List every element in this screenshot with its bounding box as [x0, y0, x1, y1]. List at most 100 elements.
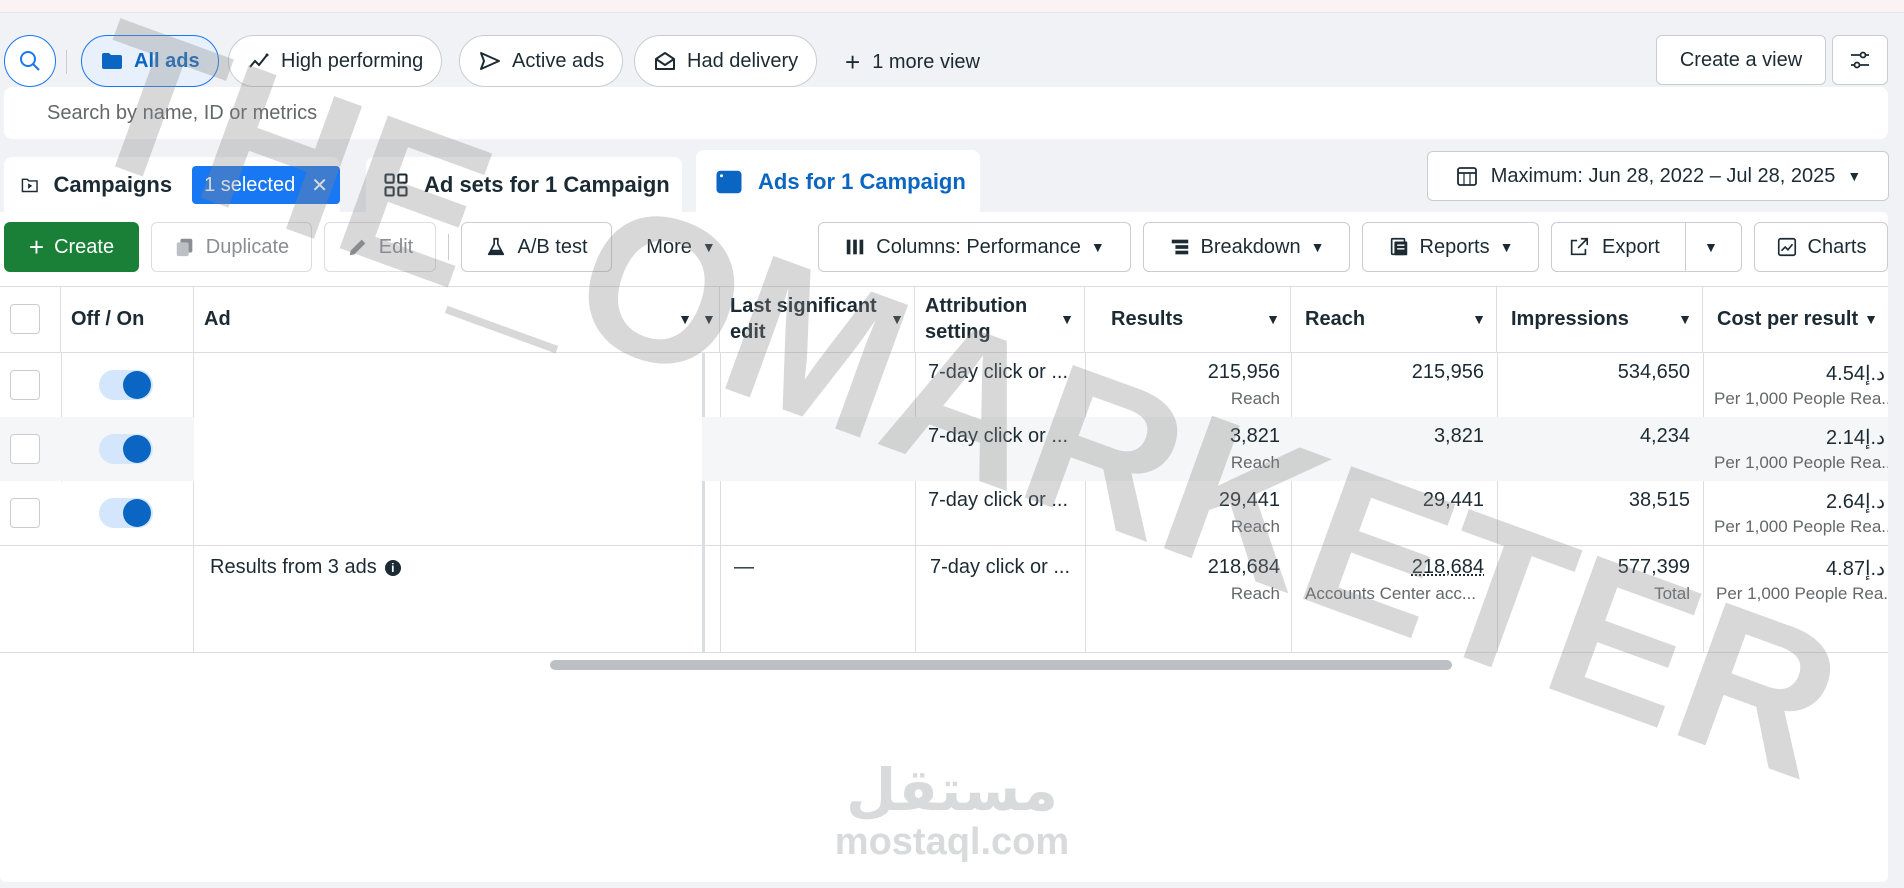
logo-arabic: مستقل [845, 756, 1059, 824]
view-label: All ads [134, 49, 200, 72]
selected-badge[interactable]: 1 selected ✕ [192, 166, 340, 204]
summary-reach-type: Accounts Center acc... [1305, 584, 1477, 603]
ad-icon [716, 170, 742, 193]
breakdown-button[interactable]: Breakdown ▼ [1143, 222, 1350, 272]
chevron-down-icon: ▼ [1864, 311, 1878, 327]
close-icon[interactable]: ✕ [311, 173, 328, 198]
columns-button[interactable]: Columns: Performance ▼ [818, 222, 1131, 272]
impressions-cell: 534,650 [1617, 361, 1690, 383]
more-views-button[interactable]: + 1 more view [845, 47, 980, 78]
ad-toggle[interactable] [99, 370, 153, 400]
search-toggle-button[interactable] [4, 35, 56, 87]
cost-cell: 4.54د.إ [1826, 363, 1885, 385]
create-view-label: Create a view [1679, 48, 1803, 71]
trend-icon [249, 53, 269, 68]
reports-icon [1390, 237, 1407, 256]
ad-toggle[interactable] [99, 434, 153, 464]
header-select [0, 286, 61, 352]
view-high-performing[interactable]: High performing [228, 35, 443, 87]
cost-type: Per 1,000 People Rea... [1714, 517, 1888, 536]
tab-ad-sets[interactable]: Ad sets for 1 Campaign [366, 157, 682, 213]
plus-icon: + [28, 231, 45, 262]
tab-label: Ads for 1 Campaign [758, 168, 966, 194]
cost-type: Per 1,000 People Rea... [1714, 453, 1888, 472]
date-range-label: Maximum: Jun 28, 2022 – Jul 28, 2025 [1490, 164, 1836, 187]
summary-reach[interactable]: 218,684 [1291, 556, 1484, 579]
select-all-checkbox[interactable] [10, 304, 40, 334]
view-active-ads[interactable]: Active ads [459, 35, 624, 87]
summary-results-type: Reach [1230, 584, 1280, 603]
table-row[interactable]: 7-day click or ... 29,441 Reach 29,441 3… [0, 481, 1888, 545]
duplicate-label: Duplicate [205, 235, 290, 258]
header-hidden-column: ▼ [702, 286, 720, 352]
table-row[interactable]: 7-day click or ... 3,821 Reach 3,821 4,2… [0, 417, 1888, 481]
view-label: Active ads [512, 49, 605, 72]
folder-icon [102, 53, 122, 69]
ab-test-button[interactable]: A/B test [461, 222, 612, 272]
edit-label: Edit [378, 235, 414, 258]
divider [66, 50, 67, 74]
ad-name-cell[interactable] [194, 417, 702, 481]
search-input[interactable] [45, 100, 1249, 126]
more-button[interactable]: More ▼ [626, 222, 736, 272]
line-chart-icon [1777, 237, 1796, 257]
tab-campaigns[interactable]: Campaigns 1 selected ✕ [4, 157, 340, 213]
create-view-button[interactable]: Create a view [1656, 35, 1826, 85]
header-cost-per-result[interactable]: Cost per result ▼ [1703, 286, 1888, 352]
summary-row: Results from 3 ads i — 7-day click or ..… [0, 546, 1888, 652]
edit-button[interactable]: Edit [324, 222, 436, 272]
search-bar [4, 87, 1888, 139]
mostaql-logo: مستقل mostaql.com [832, 758, 1072, 862]
row-checkbox[interactable] [10, 498, 40, 528]
chevron-down-icon: ▼ [1060, 311, 1074, 327]
attribution-cell: 7-day click or ... [928, 361, 1069, 383]
chevron-down-icon: ▼ [701, 239, 716, 255]
summary-impressions: 577,399 [1617, 556, 1690, 578]
duplicate-button[interactable]: Duplicate [151, 222, 312, 272]
reports-button[interactable]: Reports ▼ [1362, 222, 1539, 272]
create-button[interactable]: + Create [4, 222, 139, 272]
view-label: High performing [281, 49, 424, 72]
view-had-delivery[interactable]: Had delivery [634, 35, 818, 87]
view-all-ads[interactable]: All ads [81, 35, 219, 87]
horizontal-scrollbar[interactable] [550, 660, 1452, 670]
columns-icon [847, 239, 864, 255]
tab-label: Ad sets for 1 Campaign [424, 172, 670, 197]
row-checkbox[interactable] [10, 370, 40, 400]
info-icon[interactable]: i [384, 559, 401, 576]
header-attribution[interactable]: Attribution setting ▼ [915, 286, 1085, 352]
header-label: Results [1111, 307, 1184, 330]
header-label: Attribution setting [925, 295, 1028, 343]
table-row[interactable]: 7-day click or ... 215,956 Reach 215,956… [0, 353, 1888, 417]
cost-type: Per 1,000 People Rea... [1714, 389, 1888, 408]
reports-label: Reports [1419, 235, 1490, 258]
date-range-picker[interactable]: Maximum: Jun 28, 2022 – Jul 28, 2025 ▼ [1427, 151, 1889, 201]
header-impressions[interactable]: Impressions ▼ [1497, 286, 1703, 352]
selected-count: 1 selected [204, 173, 296, 196]
summary-cost-type: Per 1,000 People Rea... [1716, 584, 1888, 603]
header-label: Reach [1305, 307, 1366, 330]
summary-label: Results from 3 ads i [210, 556, 401, 579]
table-border [0, 652, 1888, 653]
header-ad[interactable]: Ad ▼ [194, 286, 702, 352]
summary-cost: 4.87د.إ [1826, 558, 1885, 580]
envelope-icon [655, 52, 675, 70]
header-label: Ad [204, 307, 231, 330]
row-checkbox[interactable] [10, 434, 40, 464]
header-label: Off / On [71, 307, 145, 330]
tab-ads[interactable]: Ads for 1 Campaign [696, 150, 980, 213]
results-type: Reach [1230, 389, 1280, 408]
export-button[interactable]: Export ▼ [1551, 222, 1742, 272]
view-settings-button[interactable] [1832, 35, 1888, 85]
header-results[interactable]: Results ▼ [1085, 286, 1291, 352]
header-off-on[interactable]: Off / On [61, 286, 194, 352]
cost-cell: 2.64د.إ [1826, 491, 1885, 513]
chevron-down-icon[interactable]: ▼ [1704, 239, 1718, 255]
charts-button[interactable]: Charts [1754, 222, 1888, 272]
pencil-icon [349, 239, 366, 256]
header-reach[interactable]: Reach ▼ [1291, 286, 1497, 352]
summary-attribution: 7-day click or ... [930, 556, 1071, 578]
summary-impressions-type: Total [1654, 584, 1690, 603]
header-last-edit[interactable]: Last significant edit ▼ [720, 286, 915, 352]
ad-toggle[interactable] [99, 498, 153, 528]
